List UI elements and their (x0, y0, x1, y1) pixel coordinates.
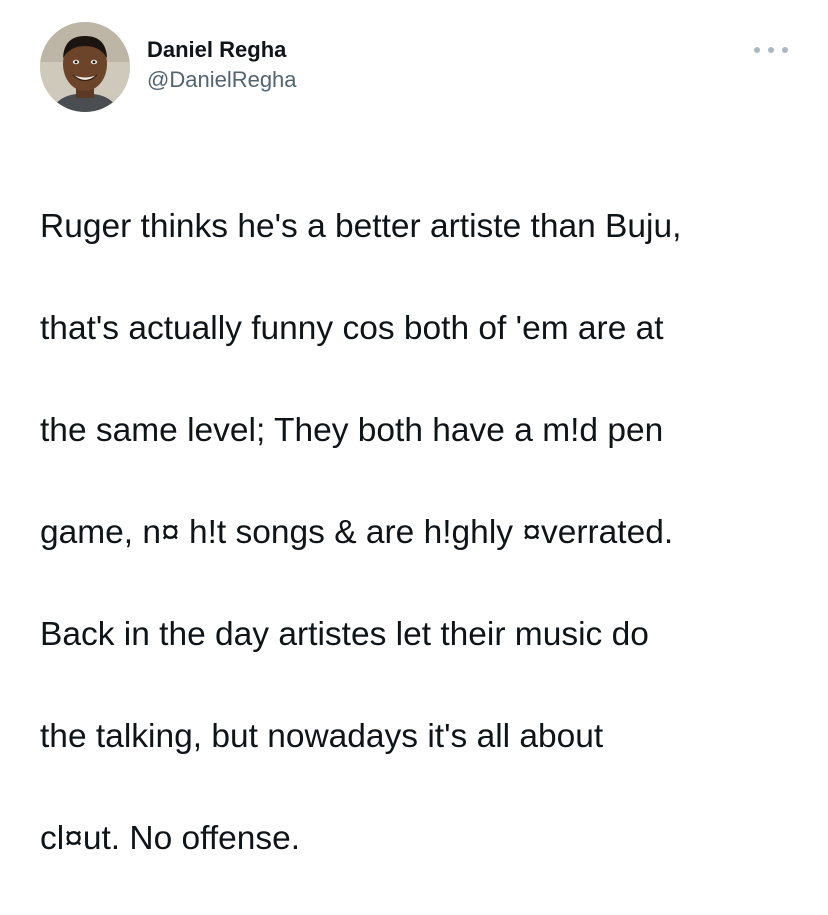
author-display-name[interactable]: Daniel Regha (147, 36, 297, 64)
ellipsis-icon (754, 47, 760, 53)
tweet-text-line: Ruger thinks he's a better artiste than … (40, 208, 682, 245)
tweet-card: Daniel Regha @DanielRegha Ruger thinks h… (0, 0, 828, 857)
author-handle[interactable]: @DanielRegha (147, 66, 297, 94)
ellipsis-icon (782, 47, 788, 53)
avatar[interactable] (40, 22, 130, 112)
ellipsis-icon (768, 47, 774, 53)
tweet-text-line: the same level; They both have a m!d pen (40, 412, 664, 449)
author-block: Daniel Regha @DanielRegha (147, 36, 297, 94)
tweet-text-line: cl¤ut. No offense. (40, 820, 301, 857)
tweet-text-line: Back in the day artistes let their music… (40, 616, 649, 653)
tweet-text-line: the talking, but nowadays it's all about (40, 718, 604, 755)
avatar-image (40, 22, 130, 112)
tweet-text-line: that's actually funny cos both of 'em ar… (40, 310, 664, 347)
more-options-button[interactable] (754, 40, 788, 60)
tweet-text-line: game, n¤ h!t songs & are h!ghly ¤verrate… (40, 514, 674, 551)
tweet-text: Ruger thinks he's a better artiste than … (40, 150, 800, 915)
